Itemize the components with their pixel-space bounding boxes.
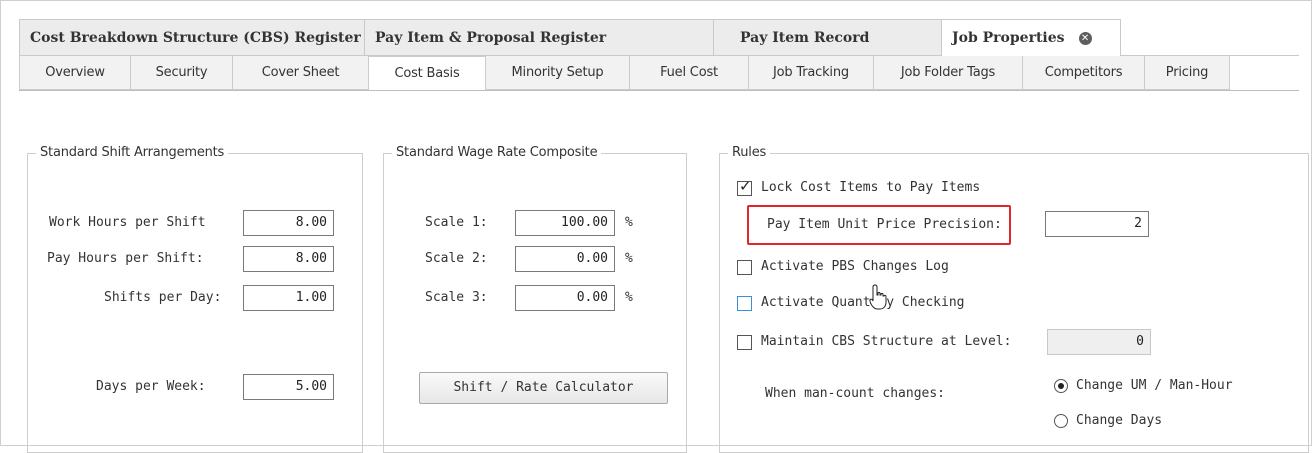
percent-unit: % [625, 290, 633, 305]
shifts-per-day-label: Shifts per Day: [104, 290, 222, 305]
precision-field[interactable]: 2 [1045, 211, 1149, 237]
tab-cbs-register[interactable]: Cost Breakdown Structure (CBS) Register [19, 19, 365, 55]
pay-hours-field[interactable]: 8.00 [243, 246, 334, 272]
scale-1-label: Scale 1: [425, 215, 488, 230]
change-days-label: Change Days [1076, 413, 1163, 428]
tab-label: Pricing [1165, 65, 1209, 80]
scale-2-field[interactable]: 0.00 [515, 246, 615, 272]
scale-3-label: Scale 3: [425, 290, 488, 305]
close-icon[interactable]: ✕ [1078, 31, 1092, 45]
group-title: Standard Wage Rate Composite [392, 145, 602, 160]
document-tab-bar: Cost Breakdown Structure (CBS) Register … [19, 19, 1299, 56]
tab-label: Minority Setup [511, 65, 604, 80]
man-count-label: When man-count changes: [765, 386, 946, 401]
tab-job-properties[interactable]: Job Properties ✕ [941, 19, 1121, 56]
maintain-cbs-level-field[interactable]: 0 [1047, 329, 1151, 355]
precision-label: Pay Item Unit Price Precision: [767, 217, 1002, 232]
scale-2-label: Scale 2: [425, 251, 488, 266]
tab-job-folder-tags[interactable]: Job Folder Tags [873, 56, 1023, 90]
tab-label: Cost Breakdown Structure (CBS) Register [30, 29, 361, 46]
work-hours-label: Work Hours per Shift [49, 215, 206, 230]
tab-cost-basis[interactable]: Cost Basis [368, 56, 486, 90]
tab-label: Job Tracking [773, 65, 849, 80]
tab-competitors[interactable]: Competitors [1022, 56, 1145, 90]
change-um-radio[interactable] [1054, 379, 1068, 393]
property-tab-bar: Overview Security Cover Sheet Cost Basis… [19, 56, 1299, 91]
tab-label: Job Folder Tags [900, 65, 996, 80]
tab-overview[interactable]: Overview [19, 56, 131, 90]
lock-cost-items-checkbox[interactable]: ✓ [737, 177, 752, 196]
activate-pbs-checkbox[interactable] [737, 260, 752, 275]
tab-cover-sheet[interactable]: Cover Sheet [232, 56, 369, 90]
group-title: Rules [728, 145, 771, 160]
tab-pay-item-record[interactable]: Pay Item Record [713, 19, 942, 55]
tab-job-tracking[interactable]: Job Tracking [748, 56, 874, 90]
days-per-week-label: Days per Week: [96, 379, 206, 394]
shifts-per-day-field[interactable]: 1.00 [243, 285, 334, 311]
change-um-label: Change UM / Man-Hour [1076, 378, 1233, 393]
job-properties-window: Cost Breakdown Structure (CBS) Register … [0, 0, 1312, 453]
checkmark-icon: ✓ [739, 177, 752, 195]
change-days-radio[interactable] [1054, 414, 1068, 428]
activate-quantity-label: Activate Quantity Checking [761, 295, 965, 310]
scale-1-field[interactable]: 100.00 [515, 210, 615, 236]
pay-hours-label: Pay Hours per Shift: [47, 251, 204, 266]
hand-pointer-icon [869, 284, 887, 310]
scale-3-field[interactable]: 0.00 [515, 285, 615, 311]
tab-label: Fuel Cost [660, 65, 718, 80]
tab-label: Competitors [1044, 65, 1123, 80]
tab-pay-item-proposal-register[interactable]: Pay Item & Proposal Register [364, 19, 714, 55]
tab-label: Cost Basis [394, 66, 460, 81]
tab-label: Security [155, 65, 208, 80]
activate-pbs-label: Activate PBS Changes Log [761, 259, 949, 274]
tab-label: Cover Sheet [261, 65, 340, 80]
group-title: Standard Shift Arrangements [36, 145, 229, 160]
tab-label: Pay Item & Proposal Register [375, 29, 607, 46]
tab-label: Overview [45, 65, 105, 80]
days-per-week-field[interactable]: 5.00 [243, 374, 334, 400]
activate-quantity-checkbox[interactable] [737, 296, 752, 311]
tab-pricing[interactable]: Pricing [1144, 56, 1230, 90]
work-hours-field[interactable]: 8.00 [243, 210, 334, 236]
maintain-cbs-checkbox[interactable] [737, 335, 752, 350]
tab-label: Job Properties [952, 30, 1065, 46]
lock-cost-items-label: Lock Cost Items to Pay Items [761, 180, 981, 195]
tab-fuel-cost[interactable]: Fuel Cost [629, 56, 749, 90]
tab-label: Pay Item Record [740, 29, 870, 46]
tab-minority-setup[interactable]: Minority Setup [485, 56, 630, 90]
maintain-cbs-label: Maintain CBS Structure at Level: [761, 334, 1012, 349]
percent-unit: % [625, 215, 633, 230]
radio-selected-dot [1058, 383, 1064, 389]
percent-unit: % [625, 251, 633, 266]
tab-security[interactable]: Security [130, 56, 233, 90]
shift-rate-calculator-button[interactable]: Shift / Rate Calculator [419, 372, 668, 404]
